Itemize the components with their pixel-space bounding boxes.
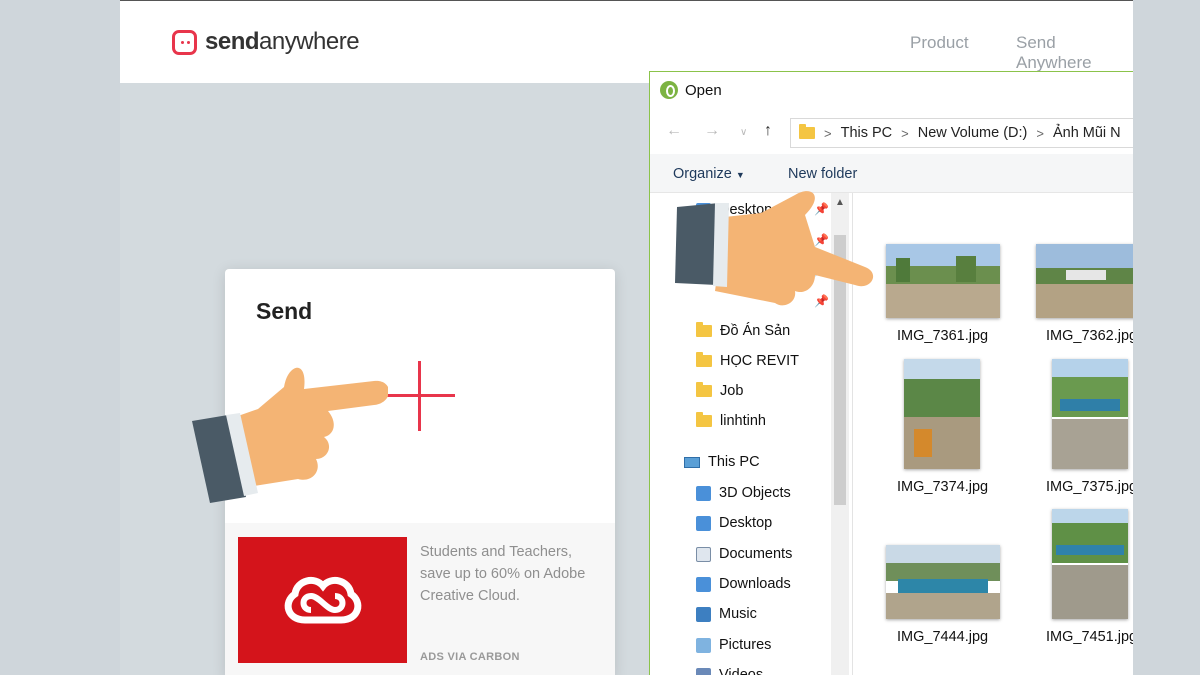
file-name[interactable]: IMG_7444.jpg xyxy=(897,629,988,645)
video-icon xyxy=(696,667,711,675)
file-name[interactable]: IMG_7451.jpg xyxy=(1046,629,1133,645)
file-list: IMG_7361.jpg IMG_7362.jpg IMG_7374.jpg I… xyxy=(853,193,1133,675)
nav-item-documents[interactable]: Documents xyxy=(696,546,792,562)
file-name[interactable]: IMG_7361.jpg xyxy=(897,328,988,344)
new-folder-button[interactable]: New folder xyxy=(788,166,857,182)
music-icon xyxy=(696,606,711,622)
crumb-this-pc[interactable]: This PC xyxy=(841,125,893,141)
file-name[interactable]: IMG_7375.jpg xyxy=(1046,479,1133,495)
organize-button[interactable]: Organize ▼ xyxy=(673,166,745,182)
logo-text-light: anywhere xyxy=(259,28,360,55)
nav-item-music[interactable]: Music xyxy=(696,606,757,622)
plus-icon[interactable] xyxy=(385,361,455,431)
nav-product[interactable]: Product xyxy=(910,33,969,53)
forward-arrow-icon[interactable]: → xyxy=(704,122,720,140)
folder-icon xyxy=(696,382,712,397)
pointing-hand-icon xyxy=(675,191,874,306)
folder-icon xyxy=(696,515,711,531)
file-thumb-7374[interactable] xyxy=(904,359,980,469)
pictures-icon xyxy=(696,637,711,653)
nav-send-anywhere[interactable]: Send Anywhere xyxy=(1016,33,1133,73)
nav-item-desktop[interactable]: Desktop xyxy=(696,515,772,531)
open-file-dialog: Open ← → ∨ ↑ > This PC > New Volume (D:)… xyxy=(649,71,1133,675)
file-name[interactable]: IMG_7374.jpg xyxy=(897,479,988,495)
folder-icon xyxy=(696,485,711,501)
nav-item-do-an[interactable]: Đồ Án Sản xyxy=(696,322,790,339)
nav-item-videos[interactable]: Videos xyxy=(696,667,763,675)
nav-item-hoc-revit[interactable]: HỌC REVIT xyxy=(696,352,799,369)
crumb-new-volume[interactable]: New Volume (D:) xyxy=(918,125,1028,141)
nav-item-downloads[interactable]: Downloads xyxy=(696,576,791,592)
file-thumb-7362[interactable] xyxy=(1036,244,1133,318)
nav-item-pictures[interactable]: Pictures xyxy=(696,637,771,653)
browser-page: sendanywhere Product Send Anywhere Send … xyxy=(120,0,1133,675)
file-name[interactable]: IMG_7362.jpg xyxy=(1046,328,1133,344)
folder-icon xyxy=(696,412,712,427)
crumb-folder[interactable]: Ảnh Mũi N xyxy=(1053,125,1121,141)
computer-icon xyxy=(684,456,700,468)
carbon-ad[interactable]: Students and Teachers, save up to 60% on… xyxy=(225,523,615,675)
folder-icon xyxy=(696,352,712,367)
file-thumb-7444[interactable] xyxy=(886,545,1000,619)
app-icon xyxy=(660,81,678,99)
sendanywhere-logo[interactable]: sendanywhere xyxy=(172,28,360,56)
logo-icon xyxy=(172,29,197,55)
back-arrow-icon[interactable]: ← xyxy=(666,122,682,140)
file-thumb-7361[interactable] xyxy=(886,244,1000,318)
ad-via[interactable]: ADS VIA CARBON xyxy=(420,651,520,663)
folder-icon xyxy=(799,124,815,139)
dropdown-icon: ▼ xyxy=(735,170,745,180)
ad-text[interactable]: Students and Teachers, save up to 60% on… xyxy=(420,541,600,607)
dialog-title: Open xyxy=(685,81,722,99)
dialog-titlebar: Open xyxy=(660,81,722,99)
download-icon xyxy=(696,576,711,592)
address-bar-row: ← → ∨ ↑ > This PC > New Volume (D:) > Ản… xyxy=(650,114,1133,148)
nav-item-job[interactable]: Job xyxy=(696,382,743,399)
up-arrow-icon[interactable]: ↑ xyxy=(764,122,772,140)
document-icon xyxy=(696,546,711,562)
nav-item-3d-objects[interactable]: 3D Objects xyxy=(696,485,791,501)
creative-cloud-icon[interactable] xyxy=(238,537,407,663)
folder-icon xyxy=(696,322,712,337)
pointing-hand-icon xyxy=(192,367,388,503)
address-path[interactable]: > This PC > New Volume (D:) > Ảnh Mũi N xyxy=(790,118,1133,148)
recent-chevron-icon[interactable]: ∨ xyxy=(740,127,747,138)
file-thumb-7375[interactable] xyxy=(1052,359,1128,469)
file-thumb-7451[interactable] xyxy=(1052,509,1128,619)
logo-text-bold: send xyxy=(205,28,260,55)
send-title: Send xyxy=(256,298,313,324)
nav-item-this-pc[interactable]: This PC xyxy=(684,454,760,470)
nav-item-linhtinh[interactable]: linhtinh xyxy=(696,412,766,429)
